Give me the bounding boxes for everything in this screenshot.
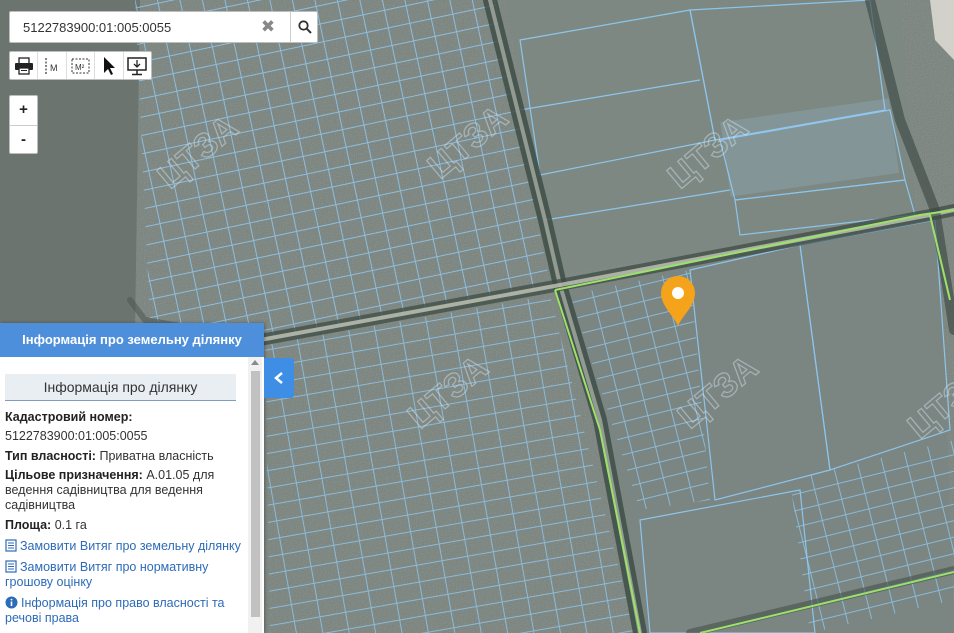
- area-row: Площа: 0.1 га: [5, 518, 242, 533]
- cadastral-row: Кадастровий номер:: [5, 410, 242, 425]
- parcel-info-panel: Інформація про земельну ділянку Інформац…: [0, 323, 264, 633]
- ownership-info-link[interactable]: Інформація про право власності та речові…: [5, 596, 242, 626]
- panel-body: Інформація про ділянку Кадастровий номер…: [0, 357, 248, 633]
- area-icon: M²: [71, 58, 90, 73]
- scroll-up-arrow-icon[interactable]: [251, 360, 259, 365]
- document-icon: [5, 539, 17, 552]
- ownership-label: Тип власності:: [5, 449, 96, 463]
- measure-distance-label: M: [50, 63, 58, 73]
- document-icon: [5, 560, 17, 573]
- area-label: Площа:: [5, 518, 52, 532]
- select-tool[interactable]: [95, 52, 124, 79]
- cursor-icon: [103, 56, 115, 75]
- search-input[interactable]: [10, 12, 263, 42]
- ownership-row: Тип власності: Приватна власність: [5, 449, 242, 464]
- ruler-icon: M: [45, 57, 58, 74]
- zoom-out-button[interactable]: -: [10, 126, 37, 155]
- order-valuation-link[interactable]: Замовити Витяг про нормативну грошову оц…: [5, 560, 242, 590]
- ownership-info-label: Інформація про право власності та речові…: [5, 596, 225, 625]
- info-icon: [5, 596, 18, 609]
- section-title: Інформація про ділянку: [5, 374, 236, 401]
- screen-tool[interactable]: [124, 52, 151, 79]
- purpose-label: Цільове призначення:: [5, 468, 143, 482]
- printer-icon: [14, 56, 33, 75]
- map-toolbar: M M²: [9, 51, 152, 80]
- order-extract-link[interactable]: Замовити Витяг про земельну ділянку: [5, 539, 242, 554]
- cadastral-value: 5122783900:01:005:0055: [5, 429, 148, 443]
- search-icon: [298, 20, 312, 34]
- measure-distance-tool[interactable]: M: [38, 52, 67, 79]
- cadastral-label: Кадастровий номер:: [5, 410, 133, 424]
- purpose-row: Цільове призначення: А.01.05 для ведення…: [5, 468, 242, 513]
- zoom-in-button[interactable]: +: [10, 96, 37, 126]
- measure-area-label: M²: [75, 63, 85, 72]
- collapse-panel-button[interactable]: [264, 358, 294, 398]
- chevron-left-icon: [274, 372, 283, 384]
- area-value: 0.1 га: [54, 518, 87, 532]
- order-valuation-label: Замовити Витяг про нормативну грошову оц…: [5, 560, 209, 589]
- search-button[interactable]: [290, 11, 319, 43]
- panel-title: Інформація про земельну ділянку: [0, 323, 264, 357]
- panel-scrollbar[interactable]: [248, 357, 262, 633]
- scrollbar-thumb[interactable]: [251, 371, 260, 617]
- ownership-value: Приватна власність: [99, 449, 214, 463]
- monitor-icon: [127, 56, 148, 75]
- order-extract-label: Замовити Витяг про земельну ділянку: [20, 539, 241, 553]
- measure-area-tool[interactable]: M²: [67, 52, 96, 79]
- print-tool[interactable]: [10, 52, 39, 79]
- search-box: ✖: [9, 11, 318, 43]
- close-icon[interactable]: ✖: [254, 15, 282, 39]
- zoom-control: + -: [9, 95, 38, 154]
